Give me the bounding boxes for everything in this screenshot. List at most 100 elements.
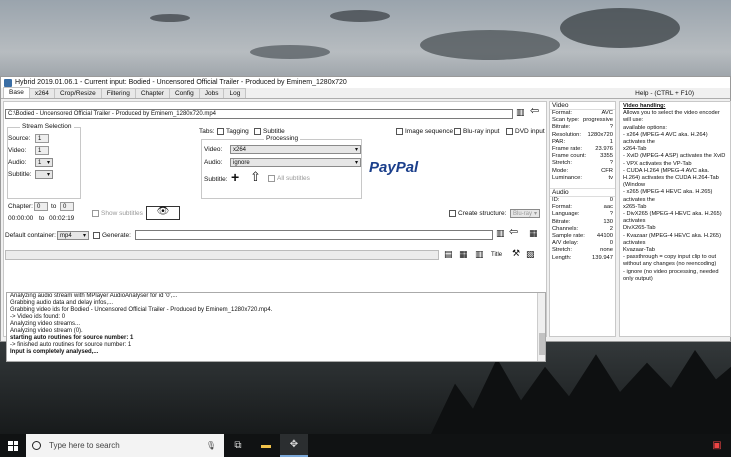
info-key: Bitrate: [552,218,571,225]
log-scrollbar[interactable] [537,293,545,361]
output-file-field[interactable] [135,230,493,240]
video-info-row: Format: AVC [550,110,615,117]
help-label[interactable]: Help - (CTRL + F10) [635,90,694,97]
task-view-icon[interactable]: ⧉ [224,434,252,457]
bluray-input-checkbox[interactable] [454,128,461,135]
audio-info-row: ID: 0 [550,197,615,204]
progress-bar [5,250,439,260]
log-line: Grabbing audio data and delay infos,... [10,300,114,306]
job-runner-icon[interactable]: ⚒ [512,248,520,258]
time-from[interactable]: 00:00:00 [8,215,33,222]
tabs-label: Tabs: [199,128,215,135]
audio-stream-select[interactable]: 1 [35,158,53,167]
video-info-row: Stretch:? [550,160,615,167]
job-settings-icon[interactable]: ▧ [526,249,535,259]
audio-info-row: Sample rate: 44100 [550,233,615,240]
info-value: tv [608,174,613,181]
hybrid-app-icon [4,78,12,87]
info-key: Sample rate: [552,233,585,240]
input-file-field[interactable]: C:\Bodied - Uncensored Official Trailer … [5,109,513,119]
create-structure-checkbox[interactable] [449,210,456,217]
generate-checkbox[interactable] [93,232,100,239]
subtitle-tab-checkbox[interactable] [254,128,261,135]
help-line: - Kvazaar (MPEG-4 HEVC aka. H.265) activ… [623,232,721,246]
tab-jobs[interactable]: Jobs [198,88,225,98]
paypal-donate-logo[interactable]: PayPal [369,159,418,176]
search-placeholder: Type here to search [49,441,120,450]
info-key: Luminance: [552,174,582,181]
log-scroll-thumb[interactable] [539,333,545,355]
chapter-from-spinbox[interactable]: 0 [34,202,48,211]
info-value: 23.976 [595,146,613,153]
queue-add-icon[interactable]: ▤ [444,249,453,259]
image-sequence-checkbox[interactable] [396,128,403,135]
queue-batch-icon[interactable]: ▦ [459,249,468,259]
help-lines: Allows you to select the video encoder wi… [623,110,727,283]
microphone-icon[interactable]: 🎙 [206,441,216,450]
log-line: Analyzing video streams... [10,321,81,327]
title-label: Title [491,252,503,258]
tab-log[interactable]: Log [223,88,247,98]
log-line: Analyzing audio stream with MPlayer Audi… [10,293,178,299]
help-line: available options: [623,124,667,131]
dvd-input-checkbox[interactable] [506,128,513,135]
notification-icon[interactable]: ▣ [703,434,731,457]
source-spinbox[interactable]: 1 [35,134,49,143]
output-folder-icon[interactable]: ▥ [496,228,505,238]
video-stream-spinbox[interactable]: 1 [35,146,49,155]
tab-x264[interactable]: x264 [28,88,55,98]
upload-arrow-icon[interactable]: ⇧ [250,170,261,183]
video-info-row: Bitrate:? [550,124,615,131]
image-sequence-label: Image sequence [405,128,454,135]
tab-crop-resize[interactable]: Crop/Resize [53,88,102,98]
help-line: - VPX activates the VP-Tab [623,160,692,167]
info-value: 3355 [600,153,613,160]
open-file-icon[interactable]: ▥ [516,107,525,117]
help-line: Kvazaar-Tab [623,247,655,254]
cortana-icon [32,441,41,450]
help-line: x264-Tab [623,146,647,153]
cloud [250,45,330,59]
chapter-to-spinbox[interactable]: 0 [60,202,74,211]
container-select[interactable]: mp4 [57,231,89,240]
all-subtitles-checkbox[interactable] [268,175,275,182]
info-key: Format: [552,110,572,116]
help-line: without any changes (no reencoding) [623,261,717,268]
start-button[interactable] [0,434,26,457]
output-options-icon[interactable]: ▦ [529,228,538,238]
subtitle-stream-select[interactable] [35,170,53,179]
video-encoder-select[interactable]: x264 [230,145,361,154]
info-key: Frame rate: [552,146,582,153]
all-subtitles-label: All subtitles [277,175,310,182]
tab-base[interactable]: Base [3,87,30,98]
title-bar[interactable]: Hybrid 2019.01.06.1 - Current input: Bod… [1,77,730,88]
show-subtitles-checkbox[interactable] [92,210,99,217]
tagging-checkbox[interactable] [217,128,224,135]
audio-info-row: Language:? [550,211,615,218]
help-line: Allows you to select the video encoder [623,110,720,117]
add-subtitle-icon[interactable]: + [231,170,239,184]
audio-encoder-select[interactable]: ignore [230,158,361,167]
source-label: Source: [8,135,31,142]
help-line: - ignore (no video processing, needed [623,268,719,275]
arrow-left-icon: ⇦ [530,105,540,117]
queue-list-icon[interactable]: ▥ [475,249,484,259]
tab-filtering[interactable]: Filtering [100,88,136,98]
help-line: - DivX265 (MPEG-4 HEVC aka. H.265) activ… [623,211,722,225]
info-key: Scan type: [552,117,580,124]
taskbar-search-box[interactable]: Type here to search 🎙 [26,434,224,457]
tab-chapter[interactable]: Chapter [134,88,170,98]
video-info-row: Frame count: 3355 [550,153,615,160]
cloud [330,10,390,22]
info-value: none [600,247,613,254]
cloud [420,30,560,60]
structure-select[interactable]: Blu-ray [510,209,540,218]
hybrid-taskbar-icon[interactable]: ✥ [280,434,308,457]
chapter-to-label: to [51,203,57,210]
file-explorer-icon[interactable]: ▬ [252,434,280,457]
time-to[interactable]: 00:02:19 [49,215,74,222]
preview-eye-icon[interactable]: 👁 [146,206,180,220]
time-to-label: to [39,215,45,222]
tab-config[interactable]: Config [168,88,200,98]
info-key: Format: [552,204,572,211]
